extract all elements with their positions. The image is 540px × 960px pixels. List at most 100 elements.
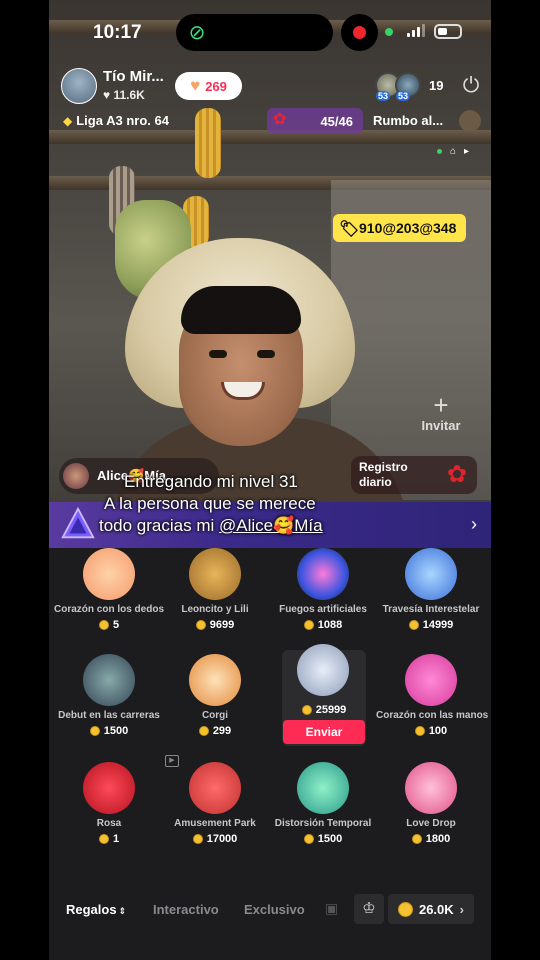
gift-item-selected[interactable] <box>268 644 378 696</box>
hand-heart-icon <box>405 654 457 706</box>
gift-name: Debut en las carreras <box>58 710 160 721</box>
live-stream-screen: 10:17 ⊘ Tío Mir... ♥ 11.6K ♥ 269 53 53 1… <box>49 0 491 960</box>
finger-heart-icon <box>83 548 135 600</box>
coin-icon <box>397 901 413 917</box>
send-button[interactable]: Enviar <box>283 720 365 744</box>
gift-price-value: 17000 <box>206 833 238 845</box>
rumbo-label[interactable]: Rumbo al... <box>373 113 443 128</box>
gift-price-value: 1088 <box>317 619 343 631</box>
crown-icon[interactable]: ♔ <box>354 894 384 924</box>
coin-icon <box>301 705 312 715</box>
gift-item[interactable]: Travesía Interestelar 14999 <box>376 548 486 631</box>
code-text: 910@203@348 <box>359 220 457 236</box>
gift-price: 14999 <box>376 619 486 631</box>
amusement-park-icon <box>189 762 241 814</box>
rose-goal[interactable]: ✿ 45/46 <box>267 108 363 134</box>
battery-icon <box>434 24 462 39</box>
gift-item[interactable]: Rosa 1 <box>54 762 164 845</box>
viewer-list[interactable]: 53 53 19 <box>375 72 443 101</box>
gift-price-value: 1 <box>112 833 120 845</box>
gift-price-value: 299 <box>212 725 232 737</box>
chevron-right-icon[interactable]: › <box>471 514 477 535</box>
gift-name: Amusement Park <box>174 818 256 829</box>
fireworks-icon <box>297 548 349 600</box>
coin-icon <box>198 726 209 736</box>
gift-price: 25999 <box>282 704 366 716</box>
diamond-icon: ◆ <box>63 113 73 128</box>
live-dot <box>437 149 442 154</box>
gift-name: Distorsión Temporal <box>274 818 372 829</box>
play-icon[interactable]: ▸ <box>464 146 469 157</box>
coin-icon <box>408 620 419 630</box>
gift-price-value: 1800 <box>425 833 451 845</box>
astronaut-icon <box>297 644 349 696</box>
coin-icon <box>303 834 314 844</box>
gift-price-value: 14999 <box>422 619 454 631</box>
gift-name: Love Drop <box>406 818 456 829</box>
rank-avatar-icon[interactable] <box>459 110 481 132</box>
sort-icon: ⇕ <box>118 906 127 916</box>
host-profile[interactable]: Tío Mir... ♥ 11.6K <box>61 66 173 106</box>
gift-name: Corazón con las manos <box>376 710 489 721</box>
gift-item[interactable]: Corazón con las manos 100 <box>376 654 489 737</box>
league-label: Liga A3 nro. 64 <box>76 113 169 128</box>
gift-item[interactable]: Fuegos artificiales 1088 <box>268 548 378 631</box>
gift-price: 1500 <box>268 833 378 845</box>
gift-price: 299 <box>160 725 270 737</box>
gift-name: Fuegos artificiales <box>279 604 367 615</box>
viewer-avatar[interactable]: 53 <box>395 72 421 101</box>
league-badge[interactable]: ◆ Liga A3 nro. 64 <box>63 113 169 128</box>
gift-price-value: 25999 <box>315 704 347 716</box>
gift-price: 1088 <box>268 619 378 631</box>
tab-exclusivo[interactable]: Exclusivo <box>244 902 305 917</box>
chevron-right-icon: › <box>459 901 465 917</box>
gift-price-value: 1500 <box>317 833 343 845</box>
status-time: 10:17 <box>93 22 142 43</box>
gift-item[interactable]: Distorsión Temporal 1500 <box>268 762 378 845</box>
gift-price: 1 <box>54 833 164 845</box>
caption-mention[interactable]: @Alice🥰Mía <box>219 516 323 535</box>
gift-price: 1800 <box>376 833 486 845</box>
gift-item[interactable]: Love Drop 1800 <box>376 762 486 845</box>
host-avatar[interactable] <box>61 68 97 104</box>
home-icon[interactable]: ⌂ <box>450 146 456 157</box>
tab-regalos[interactable]: Regalos ⇕ <box>66 902 126 917</box>
gift-price: 5 <box>54 619 164 631</box>
tab-interactivo[interactable]: Interactivo <box>153 902 219 917</box>
gift-item[interactable]: Amusement Park 17000 <box>160 762 270 845</box>
likes-pill[interactable]: ♥ 269 <box>175 72 242 100</box>
camera-active-dot <box>385 28 393 36</box>
gift-price: 9699 <box>160 619 270 631</box>
corgi-icon <box>189 654 241 706</box>
eye <box>209 350 227 358</box>
daily-checkin-label: Registro diario <box>359 460 408 489</box>
gift-item[interactable]: Leoncito y Lili 9699 <box>160 548 270 631</box>
race-car-icon <box>83 654 135 706</box>
gift-name: Travesía Interestelar <box>382 604 480 615</box>
coin-icon <box>98 834 109 844</box>
pinned-user-avatar <box>63 463 89 489</box>
hanging-corn <box>195 108 221 178</box>
coin-icon <box>98 620 109 630</box>
viewer-level-badge: 53 <box>396 91 411 101</box>
invite-button[interactable]: + Invitar <box>401 392 481 433</box>
gift-price-value: 100 <box>428 725 448 737</box>
code-badge[interactable]: 🏷 910@203@348 <box>333 214 467 242</box>
power-icon[interactable]: ⏻ <box>459 74 483 98</box>
gift-name: Corazón con los dedos <box>54 604 165 615</box>
locked-tab-icon[interactable]: ▣ <box>325 900 338 917</box>
daily-checkin[interactable]: Registro diario ✿ <box>351 456 477 494</box>
gift-item[interactable]: Debut en las carreras 1500 <box>54 654 164 737</box>
coin-balance[interactable]: 26.0K › <box>388 894 474 924</box>
coin-icon <box>195 620 206 630</box>
gift-name: Rosa <box>96 818 122 829</box>
gift-panel: Corazón con los dedos 5 Leoncito y Lili … <box>49 548 491 878</box>
caption-line-3-prefix: todo gracias mi <box>99 516 219 535</box>
tab-regalos-label: Regalos <box>66 902 117 917</box>
triangle-logo-icon <box>61 506 95 539</box>
rose-icon <box>83 762 135 814</box>
rose-goal-progress: 45/46 <box>320 113 353 129</box>
gift-item[interactable]: Corazón con los dedos 5 <box>54 548 164 631</box>
gift-item[interactable]: Corgi 299 <box>160 654 270 737</box>
caption-line-1: Entregando mi nivel 31 <box>124 472 298 491</box>
